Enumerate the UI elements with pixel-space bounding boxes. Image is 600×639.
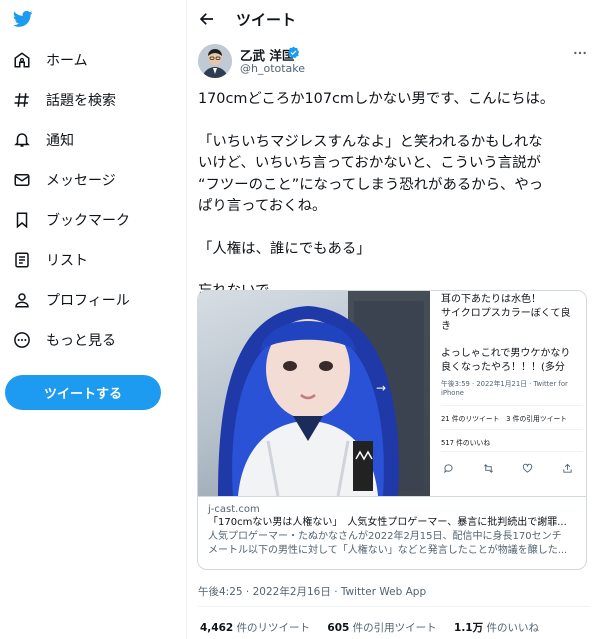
home-icon [12, 50, 32, 70]
more-circle-icon [12, 330, 32, 350]
card-description: 人気プロゲーマー・たぬかなさんが2022年2月15日、配信中に身長170センチ … [208, 530, 578, 558]
tweet-timestamp[interactable]: 午後4:25 · 2022年2月16日 · Twitter Web App [198, 584, 426, 599]
embedded-tweet-meta: 午後3:59 · 2022年1月21日 · Twitter for iPhone [441, 380, 581, 398]
tweet-stats: 4,462 件のリツイート 605 件の引用ツイート 1.1万 件のいいね [200, 620, 553, 635]
person-icon [12, 290, 32, 310]
embedded-line: 耳の下あたりは水色！ [441, 294, 541, 305]
card-description-line: 人気プロゲーマー・たぬかなさんが2022年2月15日、配信中に身長170センチ [208, 531, 562, 542]
sidebar: ホーム 話題を検索 通知 メッセージ ブックマーク リスト プロフィール もっと… [0, 0, 187, 639]
sidebar-item-notifications[interactable]: 通知 [12, 126, 74, 154]
card-domain: j-cast.com [208, 504, 260, 515]
card-body: j-cast.com 「170cmない男は人権ない」 人気女性プロゲーマー、暴言… [198, 496, 586, 569]
sidebar-item-home[interactable]: ホーム [12, 46, 88, 74]
back-arrow-icon[interactable] [198, 10, 216, 28]
avatar[interactable] [198, 44, 232, 78]
retweets-count: 4,462 [200, 622, 234, 634]
link-card[interactable]: → 耳の下あたりは水色！ サイクロプスカラーぼくて良 き よっしゃこれで男ウケか… [197, 290, 587, 570]
bookmark-icon [12, 210, 32, 230]
embedded-line: き [441, 321, 451, 332]
quotes-label: 件の引用ツイート [352, 622, 437, 634]
embedded-line: よっしゃこれで男ウケかなり [441, 348, 571, 359]
divider [198, 606, 590, 607]
tweet-detail: ツイート 乙武 洋匡 @h_ototake 170cmどころか107cmしかない… [188, 0, 600, 639]
bell-icon [12, 130, 32, 150]
sidebar-item-lists[interactable]: リスト [12, 246, 88, 274]
tweet-line: 「人権は、誰にでもある」 [198, 240, 371, 257]
sidebar-item-label: メッセージ [46, 173, 116, 189]
like-icon [522, 459, 533, 473]
sidebar-item-label: ブックマーク [46, 213, 130, 229]
tweet-line: “フツーのこと”になってしまう恐れがあるから、やっ [198, 176, 544, 193]
quotes-stat[interactable]: 605 件の引用ツイート [327, 622, 436, 634]
chevron-right-icon: → [376, 381, 387, 395]
embedded-tweet-text: 耳の下あたりは水色！ サイクロプスカラーぼくて良 き よっしゃこれで男ウケかなり… [441, 293, 585, 374]
embedded-line: 良くなったやろ！！！(多分 [441, 361, 565, 373]
sidebar-item-explore[interactable]: 話題を検索 [12, 86, 116, 114]
embedded-tweet-screenshot: 耳の下あたりは水色！ サイクロプスカラーぼくて良 き よっしゃこれで男ウケかなり… [433, 291, 586, 496]
sidebar-item-label: 通知 [46, 133, 74, 149]
sidebar-item-messages[interactable]: メッセージ [12, 166, 116, 194]
embedded-tweet-actions [443, 459, 573, 474]
retweets-label: 件のリツイート [236, 622, 311, 634]
likes-count: 1.1万 [454, 622, 484, 634]
reply-icon [443, 459, 454, 474]
sidebar-item-label: プロフィール [46, 293, 130, 309]
hashtag-icon [12, 90, 32, 110]
retweet-icon [483, 459, 494, 473]
tweet-line: いけど、いちいち言っておかないと、こういう言説が [198, 155, 541, 171]
tweet-button[interactable]: ツイートする [5, 375, 161, 410]
list-icon [12, 250, 32, 270]
quotes-count: 605 [327, 622, 350, 634]
embedded-line: サイクロプスカラーぼくて良 [441, 307, 571, 319]
tweet-text: 170cmどころか107cmしかない男です、こんにちは。 「いちいちマジレスすん… [198, 89, 594, 303]
sidebar-item-label: ホーム [46, 53, 88, 69]
tweet-line: ぱり言っておくね。 [198, 198, 327, 214]
likes-stat[interactable]: 1.1万 件のいいね [454, 622, 539, 634]
sidebar-item-bookmarks[interactable]: ブックマーク [12, 206, 130, 234]
embedded-meta-line: 午後3:59 · 2022年1月21日 · Twitter for [441, 380, 568, 388]
embedded-tweet-likes: 517 件のいいね [441, 439, 491, 447]
sidebar-item-label: 話題を検索 [46, 93, 116, 109]
sidebar-item-more[interactable]: もっと見る [12, 326, 116, 354]
embedded-tweet-stats: 21 件のリツイート 3 件の引用ツイート [441, 415, 568, 423]
more-options-icon[interactable] [572, 46, 588, 60]
envelope-icon [12, 170, 32, 190]
card-photo [198, 291, 430, 496]
card-description-line: メートル以下の男性に対して「人権ない」などと発言したことが物議を醸した... [208, 545, 568, 556]
card-image: → 耳の下あたりは水色！ サイクロプスカラーぼくて良 き よっしゃこれで男ウケか… [198, 291, 586, 496]
tweet-line: 「いちいちマジレスすんなよ」と笑われるかもしれな [198, 133, 543, 150]
embedded-meta-line: iPhone [441, 389, 464, 397]
verified-badge-icon [287, 46, 300, 59]
share-icon [562, 459, 573, 473]
likes-label: 件のいいね [486, 622, 539, 634]
page-title: ツイート [236, 11, 297, 29]
retweets-stat[interactable]: 4,462 件のリツイート [200, 622, 310, 634]
card-title: 「170cmない男は人権ない」 人気女性プロゲーマー、暴言に批判続出で謝罪... [208, 517, 567, 528]
sidebar-item-label: もっと見る [46, 333, 116, 349]
sidebar-item-profile[interactable]: プロフィール [12, 286, 130, 314]
sidebar-item-label: リスト [46, 253, 88, 269]
author-handle[interactable]: @h_ototake [240, 62, 305, 75]
twitter-bird-icon[interactable] [12, 9, 34, 29]
tweet-line: 170cmどころか107cmしかない男です、こんにちは。 [198, 91, 555, 107]
